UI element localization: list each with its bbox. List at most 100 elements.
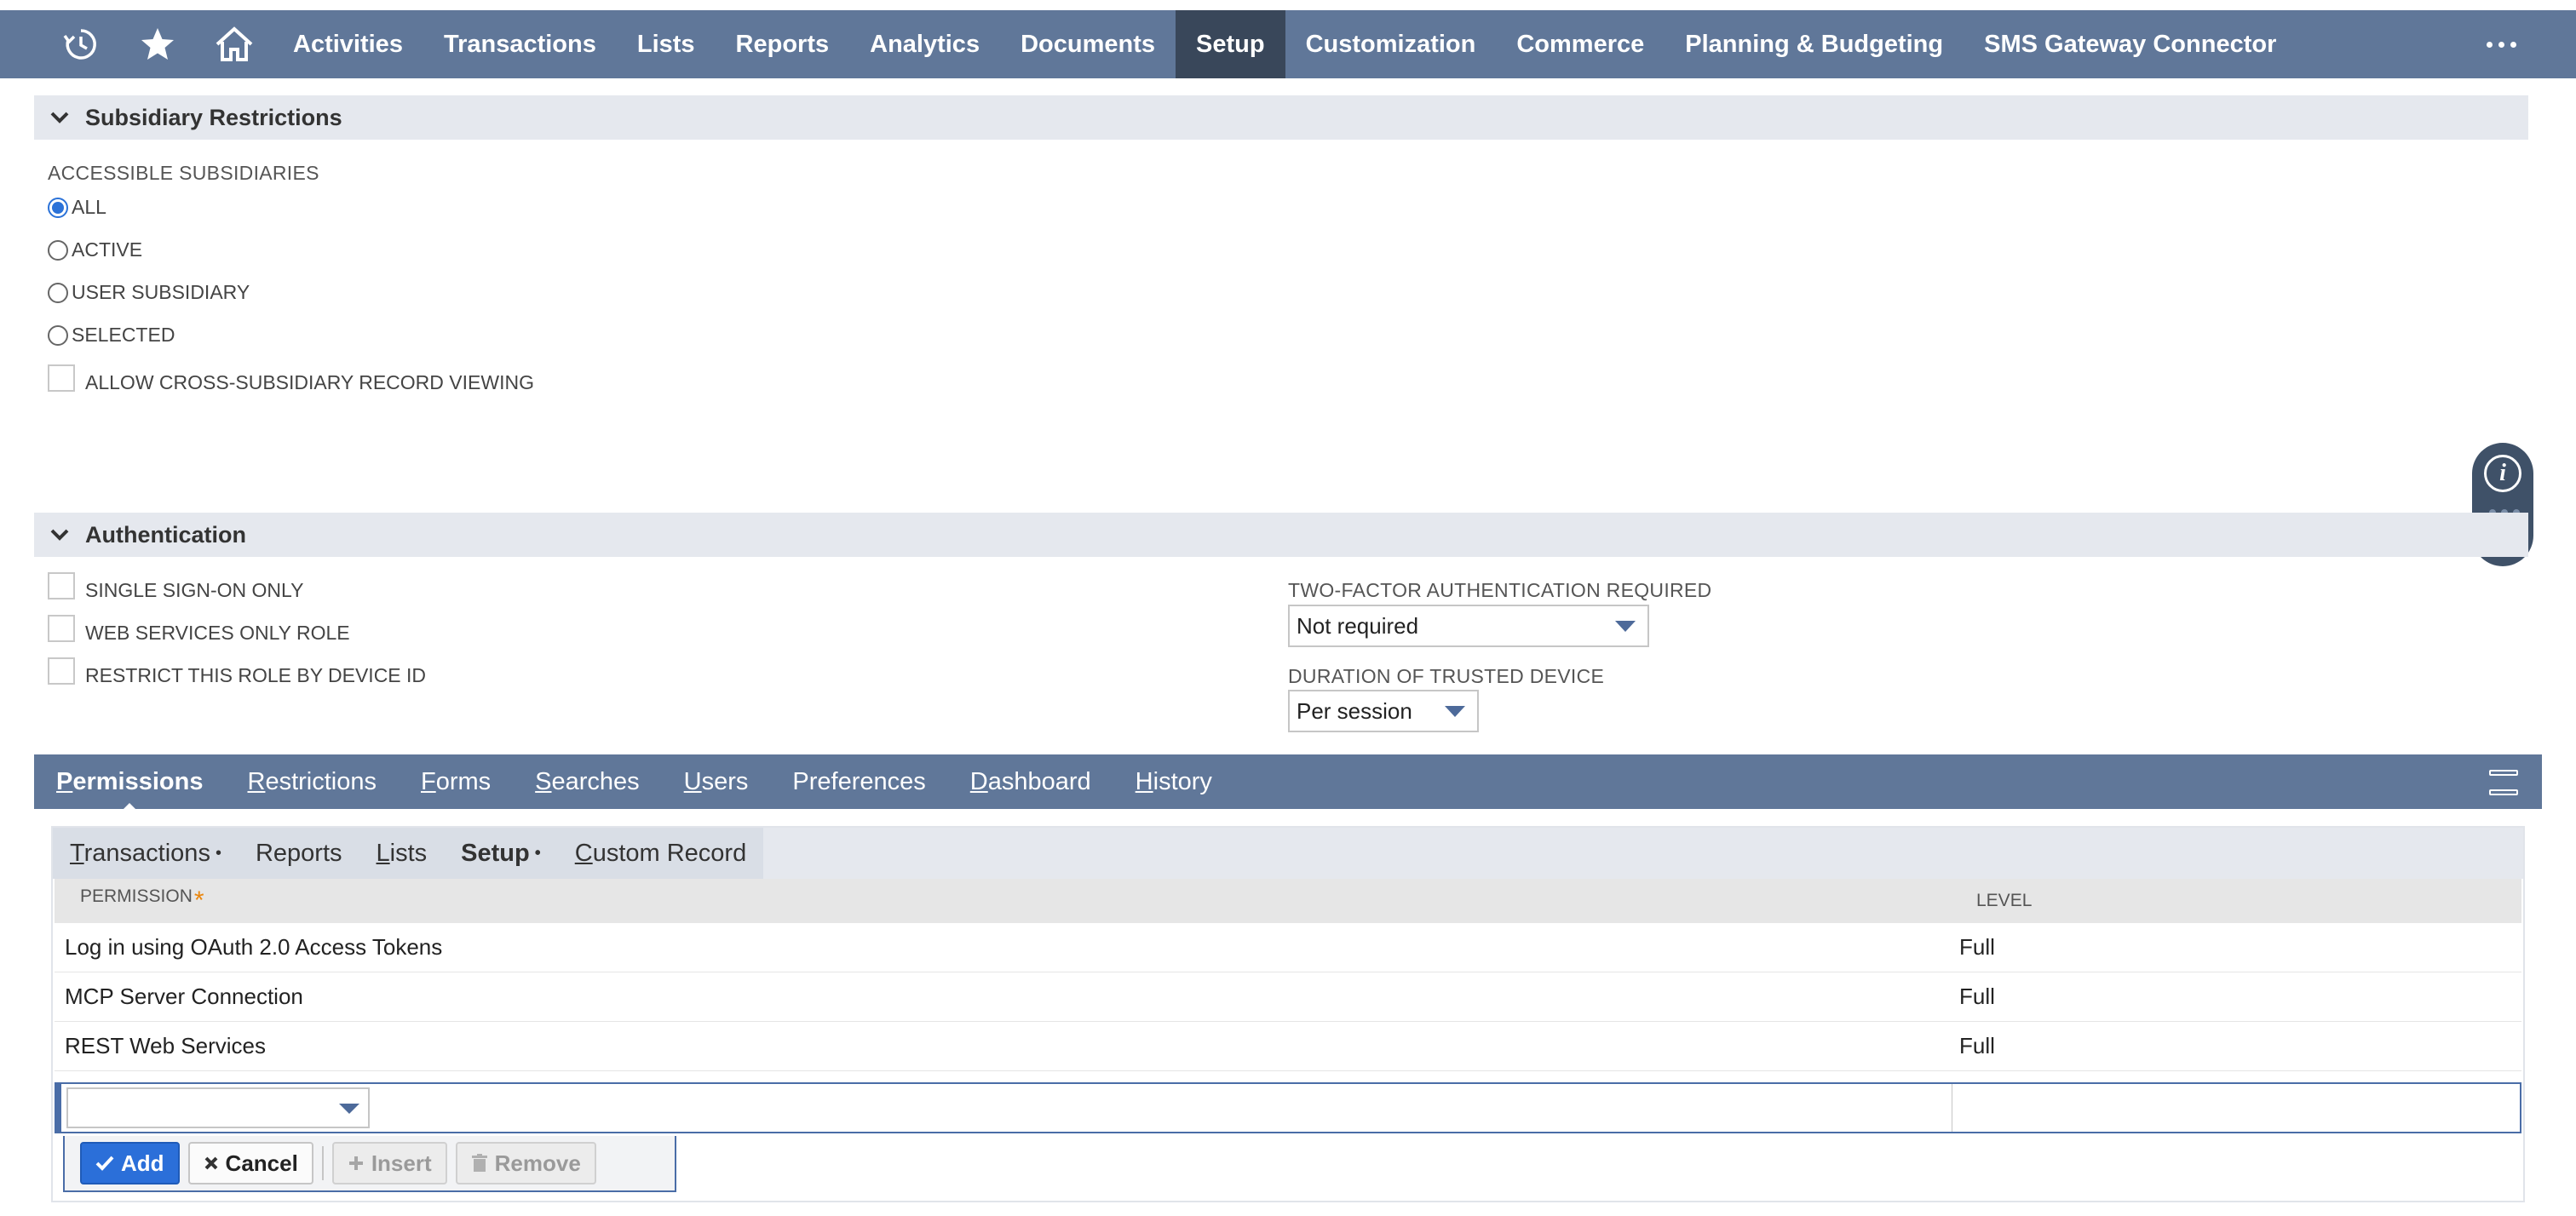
subtab-transactions[interactable]: Transactions • — [53, 840, 239, 868]
subtab-dot: • — [215, 844, 221, 863]
caret-down-icon — [1615, 621, 1636, 632]
chevron-down-icon — [34, 528, 85, 542]
radio-active[interactable]: ACTIVE — [48, 238, 142, 261]
radio-label: SELECTED — [72, 324, 175, 346]
button-separator — [321, 1146, 324, 1180]
radio-label: ALL — [72, 196, 106, 218]
subtab-label: Setup — [461, 839, 530, 867]
subtab-lists[interactable]: Lists — [359, 840, 445, 868]
tab-menu-icon[interactable] — [2489, 770, 2518, 795]
web-services-only-checkbox[interactable] — [48, 614, 75, 642]
table-row[interactable]: REST Web Services Full — [55, 1022, 2521, 1071]
nav-lists[interactable]: Lists — [617, 10, 716, 78]
select-value: Not required — [1297, 612, 1419, 639]
permission-cell: MCP Server Connection — [65, 984, 303, 1009]
single-sign-on-checkbox[interactable] — [48, 571, 75, 599]
subtab-dot: • — [534, 844, 541, 863]
recent-icon[interactable] — [43, 10, 119, 78]
accessible-subsidiaries-label: ACCESSIBLE SUBSIDIARIES — [48, 162, 319, 184]
radio-button[interactable] — [48, 239, 68, 261]
trash-icon — [471, 1154, 487, 1172]
cross-subsidiary-checkbox-row[interactable]: ALLOW CROSS-SUBSIDIARY RECORD VIEWING — [48, 361, 534, 394]
radio-button[interactable] — [48, 282, 68, 303]
insert-button[interactable]: Insert — [331, 1142, 447, 1184]
nav-activities[interactable]: Activities — [273, 10, 423, 78]
single-sign-on-row[interactable]: SINGLE SIGN-ON ONLY — [48, 569, 303, 602]
permissions-table: PERMISSION* LEVEL Log in using OAuth 2.0… — [55, 879, 2521, 1071]
nav-customization[interactable]: Customization — [1285, 10, 1497, 78]
level-cell: Full — [1959, 934, 1995, 960]
cancel-button[interactable]: Cancel — [187, 1142, 313, 1184]
check-icon — [95, 1156, 114, 1171]
subtab-custom-record[interactable]: Custom Record — [558, 840, 763, 868]
table-header: PERMISSION* LEVEL — [55, 879, 2521, 923]
duration-label: DURATION OF TRUSTED DEVICE — [1288, 665, 1605, 687]
subtab-setup[interactable]: Setup • — [444, 840, 558, 868]
nav-planning-budgeting[interactable]: Planning & Budgeting — [1665, 10, 1964, 78]
table-row[interactable]: Log in using OAuth 2.0 Access Tokens Ful… — [55, 923, 2521, 972]
duration-select[interactable]: Per session — [1288, 690, 1479, 732]
home-icon[interactable] — [196, 10, 273, 78]
tab-forms[interactable]: Forms — [399, 768, 513, 796]
nav-sms-gateway-connector[interactable]: SMS Gateway Connector — [1964, 10, 2297, 78]
restrict-device-id-checkbox[interactable] — [48, 657, 75, 685]
checkbox-label: WEB SERVICES ONLY ROLE — [85, 622, 350, 644]
web-services-only-row[interactable]: WEB SERVICES ONLY ROLE — [48, 611, 350, 645]
add-label: Add — [121, 1150, 164, 1176]
header-permission-label: PERMISSION — [80, 886, 193, 906]
radio-button[interactable] — [48, 324, 68, 346]
tab-preferences[interactable]: Preferences — [770, 768, 947, 796]
nav-commerce[interactable]: Commerce — [1496, 10, 1665, 78]
restrict-device-id-row[interactable]: RESTRICT THIS ROLE BY DEVICE ID — [48, 654, 426, 687]
radio-all[interactable]: ALL — [48, 196, 106, 219]
permission-cell: REST Web Services — [65, 1033, 267, 1058]
section-title: Subsidiary Restrictions — [85, 104, 342, 130]
nav-transactions[interactable]: Transactions — [423, 10, 617, 78]
tab-restrictions[interactable]: Restrictions — [225, 768, 399, 796]
remove-button[interactable]: Remove — [455, 1142, 596, 1184]
tab-history[interactable]: History — [1113, 768, 1234, 796]
star-icon[interactable] — [119, 10, 196, 78]
radio-label: USER SUBSIDIARY — [72, 281, 250, 303]
nav-reports[interactable]: Reports — [716, 10, 850, 78]
tab-dashboard[interactable]: Dashboard — [948, 768, 1113, 796]
permission-edit-cell — [61, 1084, 1952, 1132]
required-mark: * — [193, 886, 204, 915]
header-permission: PERMISSION* — [55, 886, 1951, 915]
more-icon[interactable] — [2487, 10, 2516, 78]
permission-cell: Log in using OAuth 2.0 Access Tokens — [65, 934, 443, 960]
subtab-bar: Transactions • Reports Lists Setup • Custo… — [53, 828, 2523, 879]
radio-selected[interactable]: SELECTED — [48, 324, 175, 347]
authentication-section-header[interactable]: Authentication — [34, 513, 2528, 557]
tab-users[interactable]: Users — [662, 768, 771, 796]
table-row[interactable]: MCP Server Connection Full — [55, 972, 2521, 1022]
caret-down-icon — [339, 1104, 359, 1114]
info-icon[interactable]: i — [2484, 455, 2521, 492]
permissions-panel: Transactions • Reports Lists Setup • Custo… — [51, 826, 2525, 1202]
tab-permissions[interactable]: Permissions — [34, 768, 225, 812]
caret-down-icon — [1445, 706, 1465, 717]
two-factor-select[interactable]: Not required — [1288, 605, 1649, 647]
radio-user-subsidiary[interactable]: USER SUBSIDIARY — [48, 281, 250, 304]
subsidiary-section-header[interactable]: Subsidiary Restrictions — [34, 95, 2528, 140]
subtab-row: Transactions • Reports Lists Setup • Custo… — [53, 828, 764, 879]
add-button[interactable]: Add — [80, 1142, 180, 1184]
cross-subsidiary-checkbox[interactable] — [48, 364, 75, 392]
tab-searches[interactable]: Searches — [513, 768, 662, 796]
checkbox-label: RESTRICT THIS ROLE BY DEVICE ID — [85, 664, 427, 686]
insert-label: Insert — [371, 1150, 432, 1176]
nav-documents[interactable]: Documents — [1000, 10, 1176, 78]
radio-label: ACTIVE — [72, 238, 143, 261]
header-level: LEVEL — [1976, 891, 2033, 910]
subtab-reports[interactable]: Reports — [239, 840, 359, 868]
nav-setup[interactable]: Setup — [1176, 10, 1285, 78]
radio-button[interactable] — [48, 197, 68, 218]
remove-label: Remove — [494, 1150, 581, 1176]
select-value: Per session — [1297, 697, 1412, 724]
new-permission-row[interactable] — [55, 1082, 2521, 1133]
x-icon — [204, 1156, 217, 1170]
permission-select[interactable] — [66, 1087, 370, 1128]
main-tab-bar: Permissions Restrictions Forms Searches … — [34, 754, 2542, 812]
nav-analytics[interactable]: Analytics — [849, 10, 1000, 78]
cancel-label: Cancel — [225, 1150, 298, 1176]
